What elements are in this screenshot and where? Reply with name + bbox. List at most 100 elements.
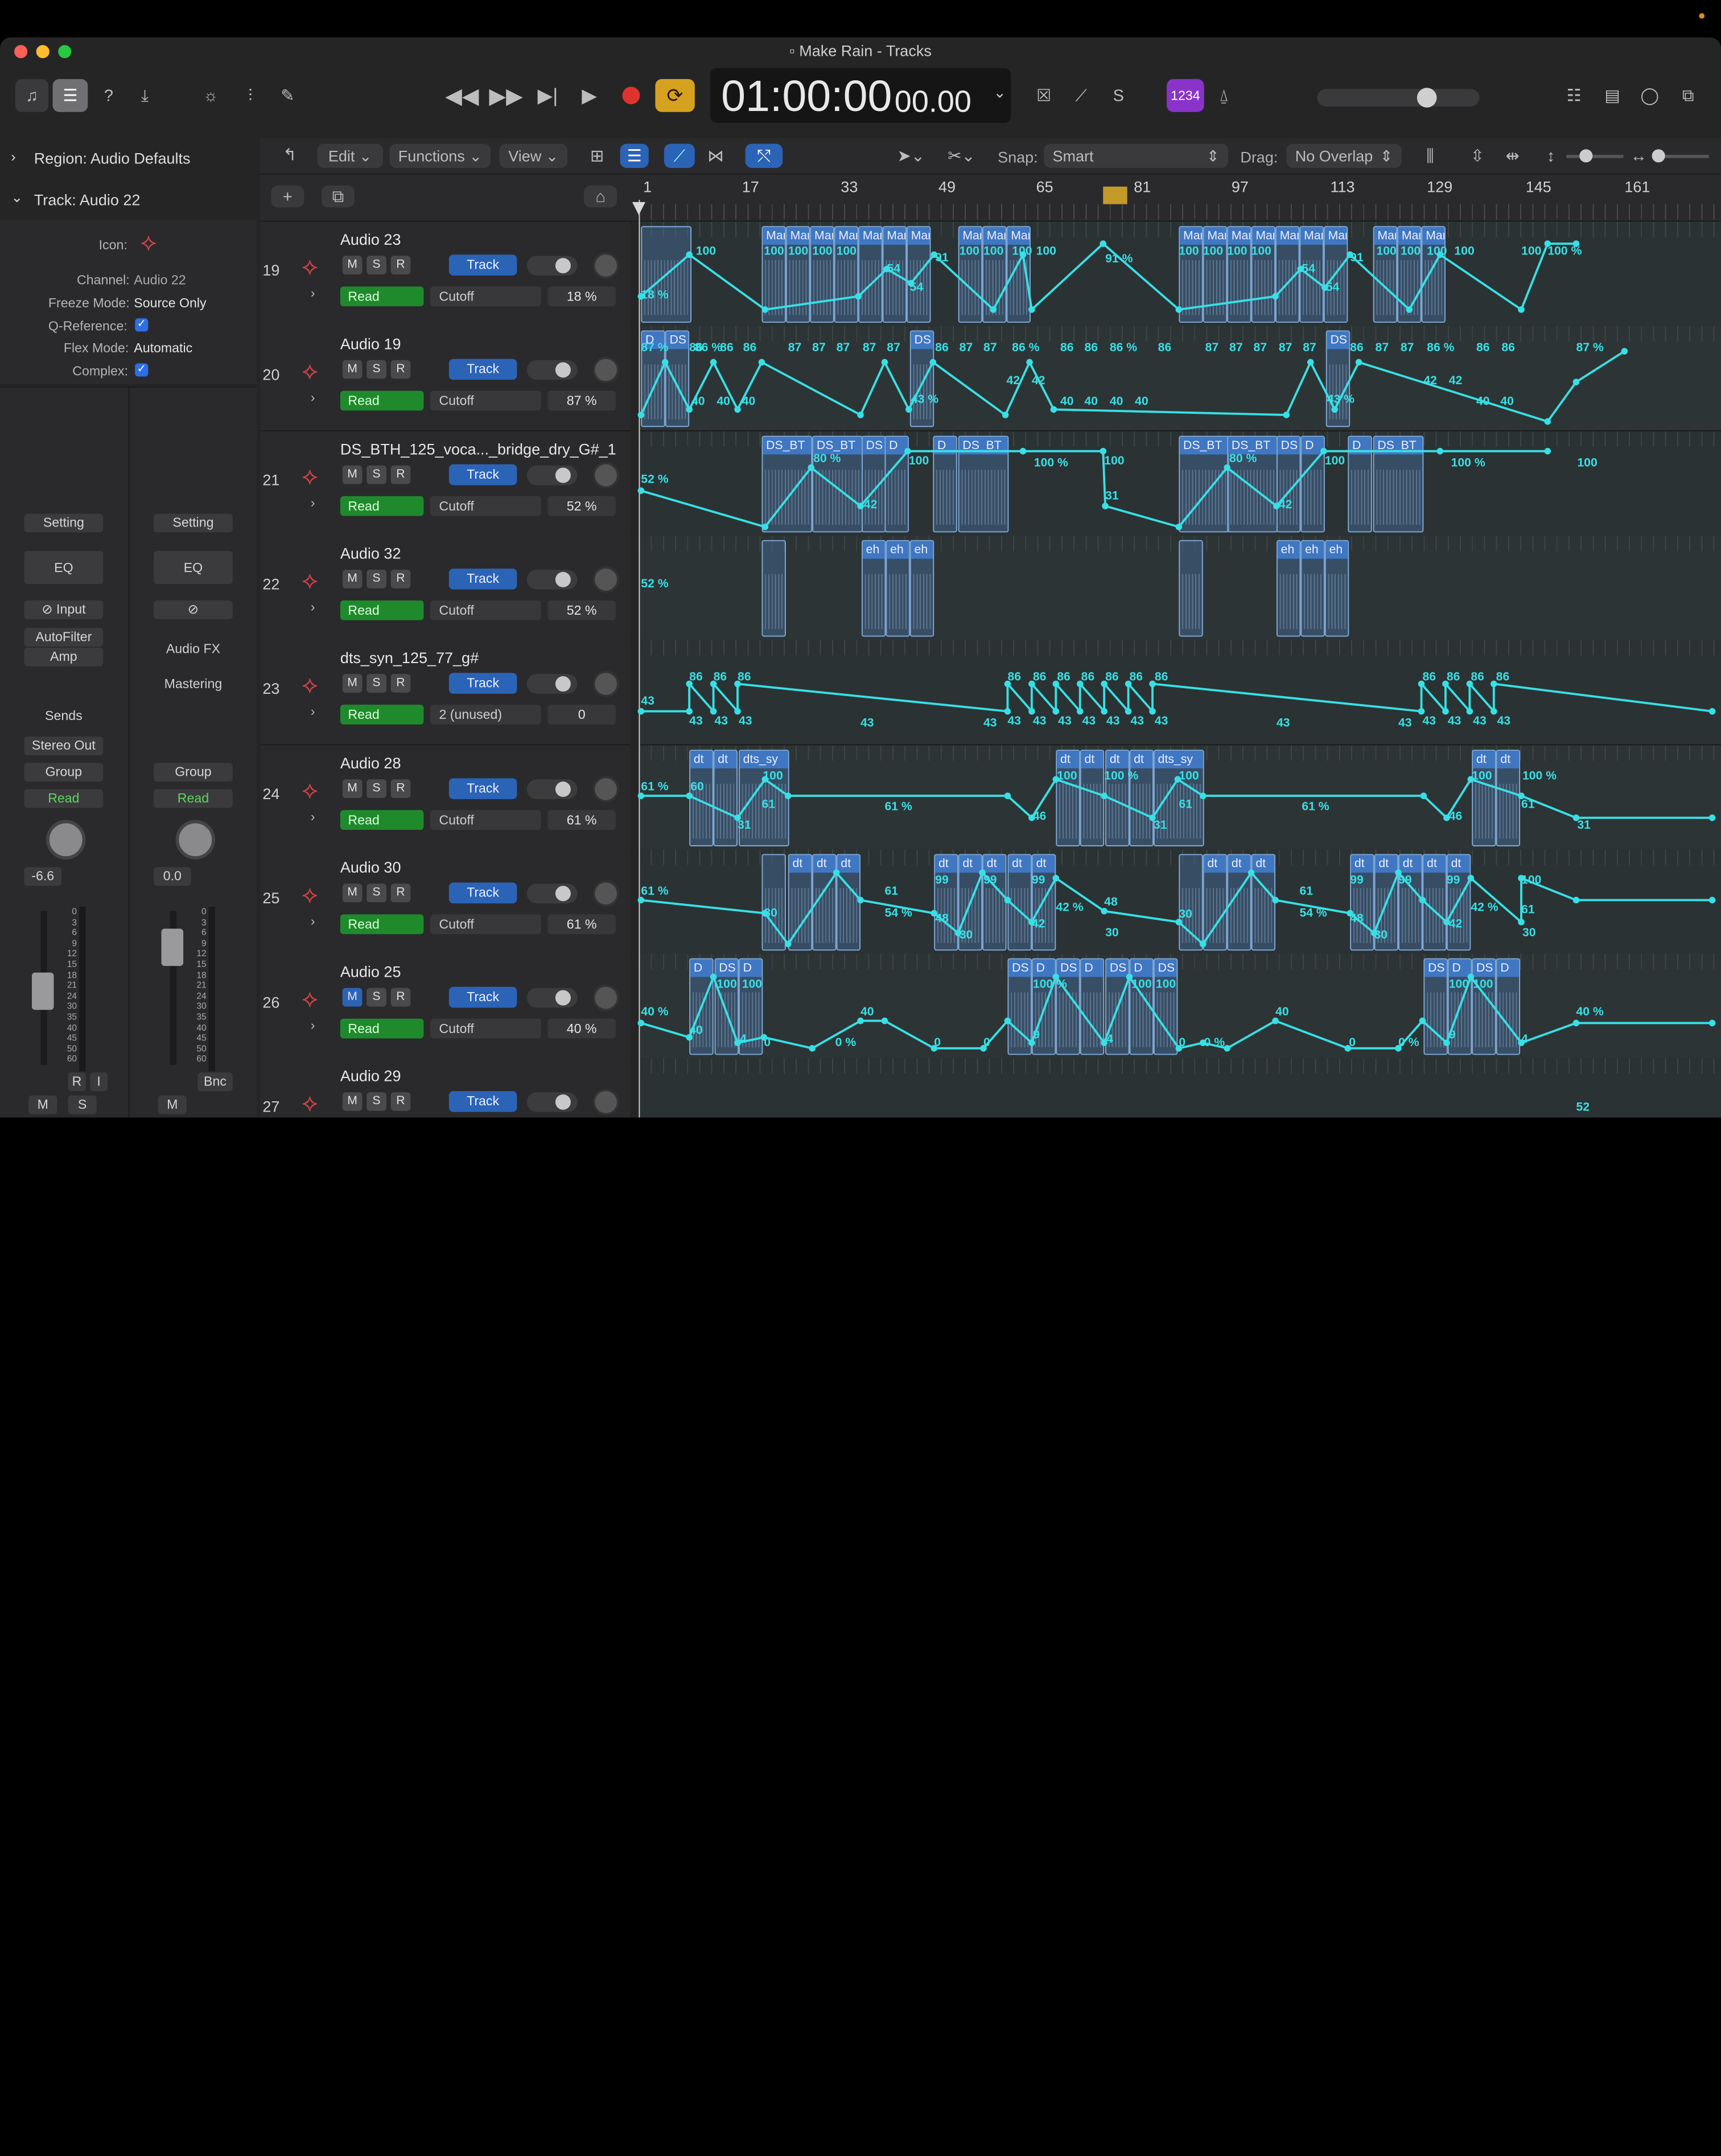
track-automation-button[interactable]: Track (448, 568, 517, 590)
audio-region[interactable]: dts_sy (1153, 749, 1204, 846)
automation-read-button[interactable]: Read (154, 789, 233, 808)
waveform-zoom-icon[interactable]: ⫼ (1415, 144, 1446, 168)
chevron-right-icon[interactable]: › (311, 808, 315, 824)
track-on-toggle[interactable] (526, 779, 578, 799)
audio-region[interactable]: D (1129, 958, 1154, 1055)
automation-mode-select[interactable]: Read (340, 495, 424, 516)
sends-button[interactable]: Sends (24, 707, 103, 726)
automation-value[interactable]: 52 % (547, 495, 616, 516)
grid-view-icon[interactable]: ⊞ (585, 144, 609, 168)
track-name[interactable]: DS_BTH_125_voca..._bridge_dry_G#_1 (340, 440, 616, 458)
audio-region[interactable]: Mar (1421, 226, 1446, 323)
track-automation-button[interactable]: Track (448, 359, 517, 380)
audio-region[interactable]: eh (909, 540, 934, 637)
audio-region[interactable]: dt (958, 854, 983, 951)
audio-region[interactable]: dt (1129, 749, 1154, 846)
inspector-button[interactable]: ☰ (52, 79, 88, 112)
track-on-toggle[interactable] (526, 883, 578, 903)
volume-knob[interactable] (592, 566, 619, 593)
audio-region[interactable] (641, 226, 692, 323)
automation-mode-select[interactable]: Read (340, 914, 424, 934)
horizontal-zoom-slider[interactable] (1652, 149, 1709, 163)
automation-parameter-select[interactable]: 2 (unused) (430, 705, 541, 725)
strip-r-button[interactable]: R (68, 1072, 86, 1092)
automation-value[interactable]: 52 % (547, 600, 616, 620)
track-r-button[interactable]: R (390, 360, 411, 379)
volume-thumb[interactable] (1417, 88, 1437, 108)
chevron-right-icon[interactable]: › (311, 495, 315, 510)
audio-region[interactable]: DS (1423, 958, 1448, 1055)
track-row[interactable]: 23 ⟡ dts_syn_125_77_g# M S R Track › Read 2 (unus… (260, 640, 631, 746)
audio-region[interactable]: dt (934, 854, 958, 951)
toggle-knob[interactable] (555, 363, 571, 378)
audio-region[interactable]: D (641, 331, 665, 427)
volume-knob[interactable] (592, 880, 619, 907)
audio-region[interactable]: dt (1007, 854, 1032, 951)
track-on-toggle[interactable] (526, 360, 578, 380)
audio-region[interactable]: DS (909, 331, 934, 427)
group-button[interactable]: Group (24, 763, 104, 782)
automation-read-button[interactable]: Read (24, 789, 104, 808)
track-m-button[interactable]: M (342, 883, 363, 902)
strip-bnc-button[interactable]: Bnc (197, 1072, 233, 1092)
master-volume-slider[interactable] (1317, 88, 1480, 108)
strip-i-button[interactable]: I (90, 1072, 108, 1092)
track-r-button[interactable]: R (390, 1092, 411, 1112)
playhead[interactable] (639, 200, 640, 1118)
audio-region[interactable]: DS_BT (761, 435, 813, 532)
audio-region[interactable]: eh (1300, 540, 1325, 637)
track-r-button[interactable]: R (390, 883, 411, 902)
track-on-toggle[interactable] (526, 569, 578, 590)
snap-select[interactable]: Smart ⇕ (1044, 143, 1229, 168)
region-inspector-header[interactable]: › Region: Audio Defaults (0, 138, 257, 176)
audio-region[interactable]: D (689, 958, 714, 1055)
fast-forward-button[interactable]: ▶▶ (487, 79, 525, 112)
fader-cap[interactable] (161, 928, 184, 966)
automation-value[interactable]: 61 % (547, 809, 616, 830)
setting-button[interactable]: Setting (154, 513, 233, 533)
track-s-button[interactable]: S (367, 464, 386, 484)
audio-region[interactable]: Mar (1006, 226, 1031, 323)
audio-region[interactable]: Mar (1373, 226, 1398, 323)
audio-region[interactable]: dt (1350, 854, 1374, 951)
cycle-button[interactable]: ⟳ (655, 79, 695, 112)
audio-region[interactable]: D (1447, 958, 1472, 1055)
catch-playhead-icon[interactable]: ⤲ (745, 143, 783, 168)
chevron-right-icon[interactable]: › (311, 390, 315, 405)
audio-region[interactable]: Mar (982, 226, 1007, 323)
plugin-slot[interactable]: AutoFilter (24, 628, 104, 647)
track-s-button[interactable]: S (367, 988, 386, 1007)
audio-region[interactable]: DS (861, 435, 886, 532)
track-row[interactable]: 21 ⟡ DS_BTH_125_voca..._bridge_dry_G#_1 M S R… (260, 431, 631, 537)
audio-region[interactable]: Mar (958, 226, 983, 323)
audio-region[interactable] (761, 540, 786, 637)
track-row[interactable]: 20 ⟡ Audio 19 M S R Track › Read Cutoff 87 % (260, 326, 631, 432)
audio-region[interactable]: Mar (810, 226, 834, 323)
smart-controls-icon[interactable]: ☼ (195, 79, 226, 112)
list-editors-icon[interactable]: ☷ (1559, 79, 1590, 112)
audio-region[interactable]: dt (836, 854, 861, 951)
plugin-slot[interactable]: Audio FX (154, 641, 233, 656)
vertical-zoom-slider[interactable] (1566, 149, 1624, 163)
audio-region[interactable]: D (1496, 958, 1521, 1055)
audio-region[interactable]: dt (689, 749, 714, 846)
audio-region[interactable]: DS (1105, 958, 1130, 1055)
track-name[interactable]: Audio 28 (340, 754, 401, 771)
audio-region[interactable]: DS (665, 331, 690, 427)
audio-region[interactable]: dt (1251, 854, 1276, 951)
track-m-button[interactable]: M (342, 988, 363, 1007)
audio-region[interactable]: DS (1325, 331, 1351, 427)
audio-region[interactable]: dt (1496, 749, 1521, 846)
editors-pencil-icon[interactable]: ✎ (272, 79, 303, 112)
track-r-button[interactable]: R (390, 674, 411, 693)
audio-region[interactable]: Mar (1299, 226, 1324, 323)
track-s-button[interactable]: S (367, 360, 386, 379)
track-r-button[interactable]: R (390, 988, 411, 1007)
edit-menu[interactable]: Edit ⌄ (317, 143, 384, 168)
view-menu[interactable]: View ⌄ (499, 143, 568, 168)
track-lane[interactable] (639, 954, 1721, 1060)
track-m-button[interactable]: M (342, 464, 363, 484)
audio-region[interactable]: dt (982, 854, 1007, 951)
audio-region[interactable]: dt (1374, 854, 1399, 951)
volume-knob[interactable] (592, 462, 619, 488)
